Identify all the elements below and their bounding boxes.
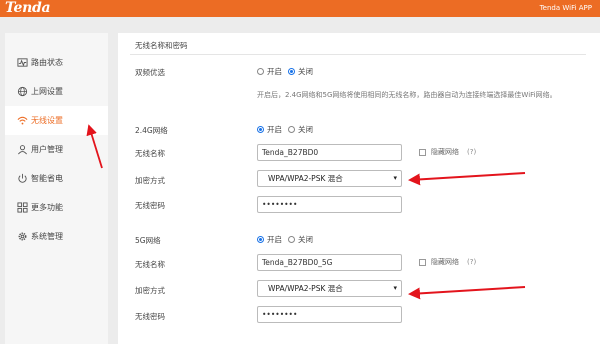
band-5-radio-group: 开启 关闭 — [257, 234, 319, 245]
grid-icon — [17, 202, 28, 213]
dual-band-on-radio[interactable] — [257, 68, 264, 75]
band-24-password-label: 无线密码 — [135, 201, 165, 210]
sidebar-item-wireless[interactable]: 无线设置 — [5, 106, 108, 135]
top-bar: Tenda Tenda WiFi APP — [0, 0, 600, 17]
band-5-hide-network: 隐藏网络 (?) — [419, 257, 476, 267]
hide-network-label: 隐藏网络 — [431, 148, 459, 156]
help-icon[interactable]: (?) — [467, 258, 476, 266]
power-icon — [17, 173, 28, 184]
dual-band-off-radio[interactable] — [288, 68, 295, 75]
wireless-settings-panel: 无线名称和密码 双频优选 开启 关闭 开启后，2.4G网络和5G网络将使用相同的… — [118, 33, 600, 344]
sidebar-item-label: 路由状态 — [31, 58, 63, 67]
band-24-hide-checkbox[interactable] — [419, 148, 426, 156]
band-5-ssid-label: 无线名称 — [135, 260, 165, 269]
sidebar-item-label: 系统管理 — [31, 232, 63, 241]
band-5-password-label: 无线密码 — [135, 312, 165, 321]
band-5-encryption-select[interactable]: WPA/WPA2-PSK 混合 ▾ — [257, 280, 402, 297]
band-24-radio-group: 开启 关闭 — [257, 124, 319, 135]
band-24-encryption-select[interactable]: WPA/WPA2-PSK 混合 ▾ — [257, 170, 402, 187]
chevron-down-icon: ▾ — [393, 284, 397, 292]
section-title: 无线名称和密码 — [135, 41, 188, 50]
band-24-on-radio[interactable] — [257, 126, 264, 133]
wifi-app-link[interactable]: Tenda WiFi APP — [540, 0, 592, 17]
band-24-ssid-input[interactable]: Tenda_B27BD0 — [257, 144, 402, 161]
band-5-on-radio[interactable] — [257, 236, 264, 243]
divider — [130, 54, 586, 55]
radio-label: 开启 — [267, 125, 282, 134]
radio-label: 开启 — [267, 235, 282, 244]
radio-label: 开启 — [267, 67, 282, 76]
sidebar-item-label: 智能省电 — [31, 174, 63, 183]
radio-label: 关闭 — [298, 125, 313, 134]
band-5-hide-checkbox[interactable] — [419, 258, 426, 266]
band-24-encryption-label: 加密方式 — [135, 176, 165, 185]
pulse-icon — [17, 57, 28, 68]
band-5-password-input[interactable]: •••••••• — [257, 306, 402, 323]
sidebar-item-users[interactable]: 用户管理 — [5, 135, 108, 164]
radio-label: 关闭 — [298, 235, 313, 244]
sidebar-item-label: 无线设置 — [31, 116, 63, 125]
dual-band-note: 开启后，2.4G网络和5G网络将使用相同的无线名称，路由器自动为连接终端选择最佳… — [257, 91, 557, 99]
globe-icon — [17, 86, 28, 97]
band-5-label: 5G网络 — [135, 236, 161, 245]
sidebar-item-internet[interactable]: 上网设置 — [5, 77, 108, 106]
band-24-password-input[interactable]: •••••••• — [257, 196, 402, 213]
select-value: WPA/WPA2-PSK 混合 — [268, 284, 343, 293]
sidebar-item-label: 用户管理 — [31, 145, 63, 154]
band-24-ssid-label: 无线名称 — [135, 149, 165, 158]
sidebar-item-more[interactable]: 更多功能 — [5, 193, 108, 222]
band-24-hide-network: 隐藏网络 (?) — [419, 147, 476, 157]
radio-label: 关闭 — [298, 67, 313, 76]
select-value: WPA/WPA2-PSK 混合 — [268, 174, 343, 183]
gear-icon — [17, 231, 28, 242]
chevron-down-icon: ▾ — [393, 174, 397, 182]
user-icon — [17, 144, 28, 155]
sidebar-item-router-status[interactable]: 路由状态 — [5, 48, 108, 77]
band-5-encryption-label: 加密方式 — [135, 286, 165, 295]
band-24-label: 2.4G网络 — [135, 126, 168, 135]
sidebar-item-system[interactable]: 系统管理 — [5, 222, 108, 251]
band-24-off-radio[interactable] — [288, 126, 295, 133]
tenda-logo[interactable]: Tenda — [5, 0, 51, 17]
band-5-ssid-input[interactable]: Tenda_B27BD0_5G — [257, 254, 402, 271]
help-icon[interactable]: (?) — [467, 148, 476, 156]
sidebar-item-power-saving[interactable]: 智能省电 — [5, 164, 108, 193]
sidebar: 路由状态 上网设置 无线设置 用户管理 智能省电 更多功能 系统管理 — [5, 33, 108, 344]
wifi-icon — [17, 115, 28, 126]
band-5-off-radio[interactable] — [288, 236, 295, 243]
hide-network-label: 隐藏网络 — [431, 258, 459, 266]
dual-band-label: 双频优选 — [135, 68, 165, 77]
dual-band-radio-group: 开启 关闭 — [257, 66, 319, 77]
sidebar-item-label: 上网设置 — [31, 87, 63, 96]
sidebar-item-label: 更多功能 — [31, 203, 63, 212]
